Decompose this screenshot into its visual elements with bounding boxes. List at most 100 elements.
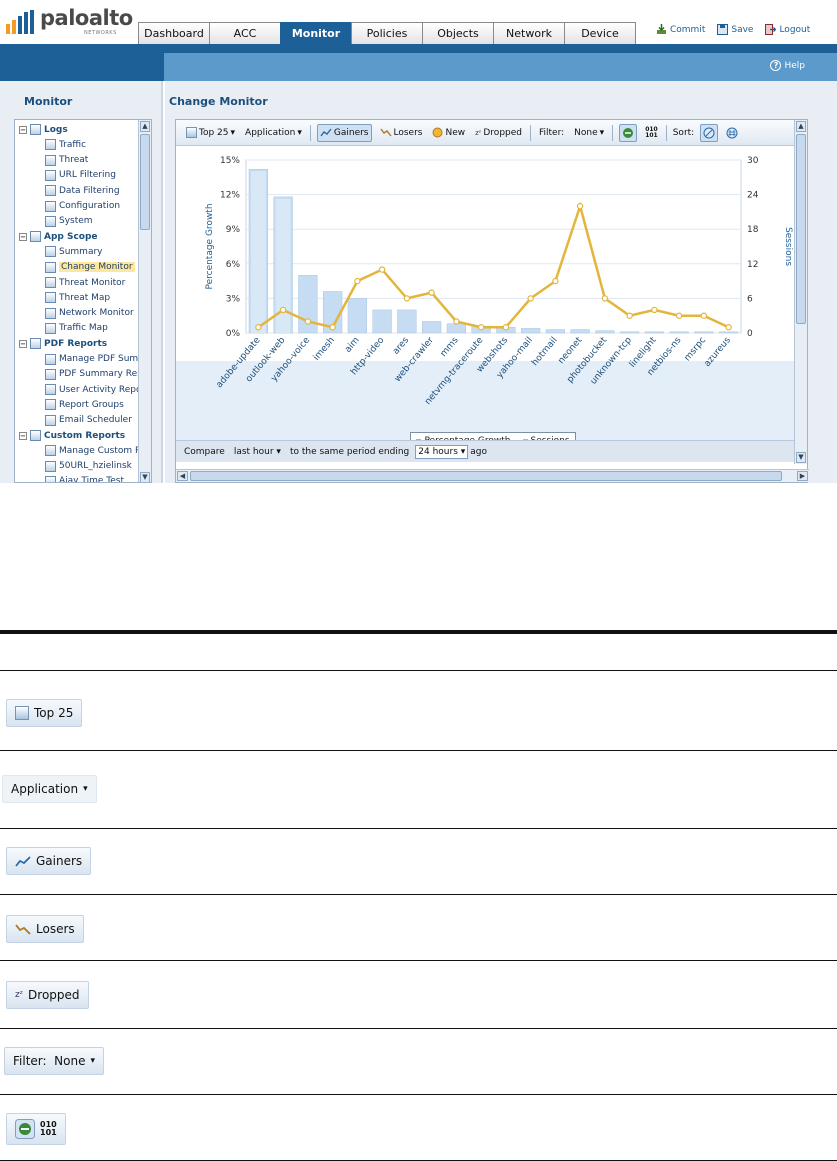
sessions-point-yahoo-voice bbox=[304, 318, 312, 325]
sidebar-item-traffic[interactable]: Traffic bbox=[45, 137, 86, 152]
sort-count-button[interactable] bbox=[724, 124, 740, 142]
filter-sample: Filter: None ▾ bbox=[4, 1047, 105, 1075]
sidebar-group-pdf-reports[interactable]: − PDF Reports bbox=[19, 336, 107, 351]
sidebar-item-threat-map[interactable]: Threat Map bbox=[45, 290, 110, 305]
sidebar-group-label: Logs bbox=[44, 124, 68, 135]
collapse-icon[interactable]: − bbox=[19, 125, 27, 134]
scroll-down-icon[interactable]: ▼ bbox=[796, 452, 806, 463]
chevron-down-icon: ▾ bbox=[83, 784, 88, 794]
compare-ago-dropdown[interactable]: 24 hours ▾ bbox=[415, 444, 469, 459]
tab-objects[interactable]: Objects bbox=[422, 22, 494, 44]
tree-scrollbar[interactable]: ▲ ▼ bbox=[138, 120, 151, 482]
sidebar-item-report-groups[interactable]: Report Groups bbox=[45, 397, 124, 412]
sidebar-group-custom-reports[interactable]: − Custom Reports bbox=[19, 428, 125, 443]
refresh-button[interactable] bbox=[619, 123, 638, 142]
report-icon bbox=[45, 399, 56, 411]
tab-monitor[interactable]: Monitor bbox=[280, 22, 352, 44]
sidebar-item-user-activity-repo[interactable]: User Activity Repo bbox=[45, 382, 142, 397]
tab-dashboard[interactable]: Dashboard bbox=[138, 22, 210, 44]
logout-button[interactable]: Logout bbox=[765, 24, 810, 35]
top-25-icon bbox=[186, 127, 197, 138]
scroll-right-icon[interactable]: ▶ bbox=[797, 471, 808, 481]
sidebar-item-label: Network Monitor bbox=[59, 308, 134, 319]
sidebar-item-traffic-map[interactable]: Traffic Map bbox=[45, 321, 108, 336]
sessions-point-linelight bbox=[651, 306, 658, 314]
sidebar-item-pdf-summary-rep[interactable]: PDF Summary Rep bbox=[45, 367, 143, 382]
dropped-button[interactable]: zᶻ Dropped bbox=[473, 124, 524, 142]
collapse-icon[interactable]: − bbox=[19, 431, 27, 440]
filter-dropdown[interactable]: Filter: None ▾ bbox=[537, 124, 606, 142]
gainers-icon bbox=[15, 856, 31, 867]
toolbar-divider bbox=[309, 124, 311, 141]
group-by-dropdown[interactable]: Application ▾ bbox=[243, 124, 304, 142]
sort-percent-button[interactable] bbox=[700, 123, 719, 142]
top-bar: paloalto NETWORKS Dashboard ACC Monitor … bbox=[0, 0, 837, 44]
scroll-left-icon[interactable]: ◀ bbox=[177, 471, 188, 481]
report-icon bbox=[45, 460, 56, 472]
page-title: Change Monitor bbox=[169, 95, 268, 108]
sidebar-item-manage-pdf-summ[interactable]: Manage PDF Summ bbox=[45, 352, 147, 367]
report-icon bbox=[45, 307, 56, 319]
sidebar-item-url-filtering[interactable]: URL Filtering bbox=[45, 168, 116, 183]
export-button[interactable]: 010 101 bbox=[643, 124, 660, 142]
scroll-up-icon[interactable]: ▲ bbox=[796, 121, 806, 132]
tab-network[interactable]: Network bbox=[493, 22, 565, 44]
sidebar-item-manage-custom-r[interactable]: Manage Custom R bbox=[45, 443, 141, 458]
commit-button[interactable]: Commit bbox=[656, 24, 705, 35]
scroll-thumb[interactable] bbox=[140, 134, 150, 230]
top-25-dropdown[interactable]: Top 25 ▾ bbox=[184, 124, 237, 142]
sidebar-item-change-monitor[interactable]: Change Monitor bbox=[45, 260, 135, 275]
sidebar-item-threat-monitor[interactable]: Threat Monitor bbox=[45, 275, 125, 290]
sidebar-item-data-filtering[interactable]: Data Filtering bbox=[45, 183, 120, 198]
sidebar-item-threat[interactable]: Threat bbox=[45, 153, 88, 168]
top-25-icon bbox=[15, 706, 29, 720]
tab-device[interactable]: Device bbox=[564, 22, 636, 44]
gainers-sample: Gainers bbox=[6, 847, 92, 875]
dropped-icon: zᶻ bbox=[475, 128, 482, 137]
sidebar-item-50url-hzielinsk[interactable]: 50URL_hzielinsk bbox=[45, 459, 132, 474]
compare-period-dropdown[interactable]: last hour ▾ bbox=[231, 445, 284, 459]
horizontal-scrollbar[interactable]: ◀ ▶ bbox=[176, 469, 809, 482]
losers-label: Losers bbox=[393, 127, 423, 138]
sidebar-group-app-scope[interactable]: − App Scope bbox=[19, 229, 98, 244]
commit-label: Commit bbox=[670, 24, 706, 35]
tab-acc[interactable]: ACC bbox=[209, 22, 281, 44]
collapse-icon[interactable]: − bbox=[19, 339, 27, 348]
brand-sub: NETWORKS bbox=[84, 30, 117, 36]
chevron-down-icon: ▾ bbox=[230, 127, 236, 138]
scroll-down-icon[interactable]: ▼ bbox=[140, 472, 150, 482]
bar-aim bbox=[347, 298, 367, 334]
sidebar-item-ajay-time-test[interactable]: Ajay Time Test bbox=[45, 474, 124, 482]
y2-tick-label: 30 bbox=[747, 156, 759, 166]
save-button[interactable]: Save bbox=[717, 24, 753, 35]
dropped-sample-label: Dropped bbox=[28, 988, 80, 1002]
x-tick-label: aim bbox=[343, 336, 361, 355]
sidebar-item-email-scheduler[interactable]: Email Scheduler bbox=[45, 413, 132, 428]
sessions-point-adobe-update bbox=[255, 324, 262, 331]
scroll-thumb[interactable] bbox=[796, 134, 806, 324]
top-25-sample-label: Top 25 bbox=[34, 706, 74, 720]
bar-linelight bbox=[644, 331, 664, 334]
sidebar-item-system[interactable]: System bbox=[45, 214, 93, 229]
gainers-button[interactable]: Gainers bbox=[316, 123, 372, 142]
sidebar-item-network-monitor[interactable]: Network Monitor bbox=[45, 306, 134, 321]
toolbar-divider bbox=[612, 124, 614, 141]
tab-policies[interactable]: Policies bbox=[351, 22, 423, 44]
chevron-down-icon: ▾ bbox=[276, 446, 281, 457]
sidebar-item-summary[interactable]: Summary bbox=[45, 244, 103, 259]
vertical-scrollbar[interactable]: ▲ ▼ bbox=[794, 120, 807, 464]
x-tick-label: ares bbox=[391, 335, 411, 356]
sidebar-item-label: Threat bbox=[59, 155, 89, 166]
sidebar-group-logs[interactable]: − Logs bbox=[19, 122, 68, 137]
losers-button[interactable]: Losers bbox=[378, 124, 425, 142]
sidebar-item-label: System bbox=[59, 216, 93, 227]
scroll-thumb[interactable] bbox=[190, 471, 782, 481]
help-button[interactable]: ? Help bbox=[770, 60, 805, 71]
new-button[interactable]: New bbox=[430, 124, 467, 142]
sidebar-item-configuration[interactable]: Configuration bbox=[45, 199, 120, 214]
nav-tree: − Logs Traffic Threat URL Filtering Data Filt… bbox=[14, 119, 152, 483]
sidebar: Monitor − Logs Traffic Threat URL Filtering D… bbox=[0, 81, 163, 483]
collapse-icon[interactable]: − bbox=[19, 232, 27, 241]
chart-lower-band bbox=[176, 361, 796, 440]
scroll-up-icon[interactable]: ▲ bbox=[140, 121, 150, 132]
